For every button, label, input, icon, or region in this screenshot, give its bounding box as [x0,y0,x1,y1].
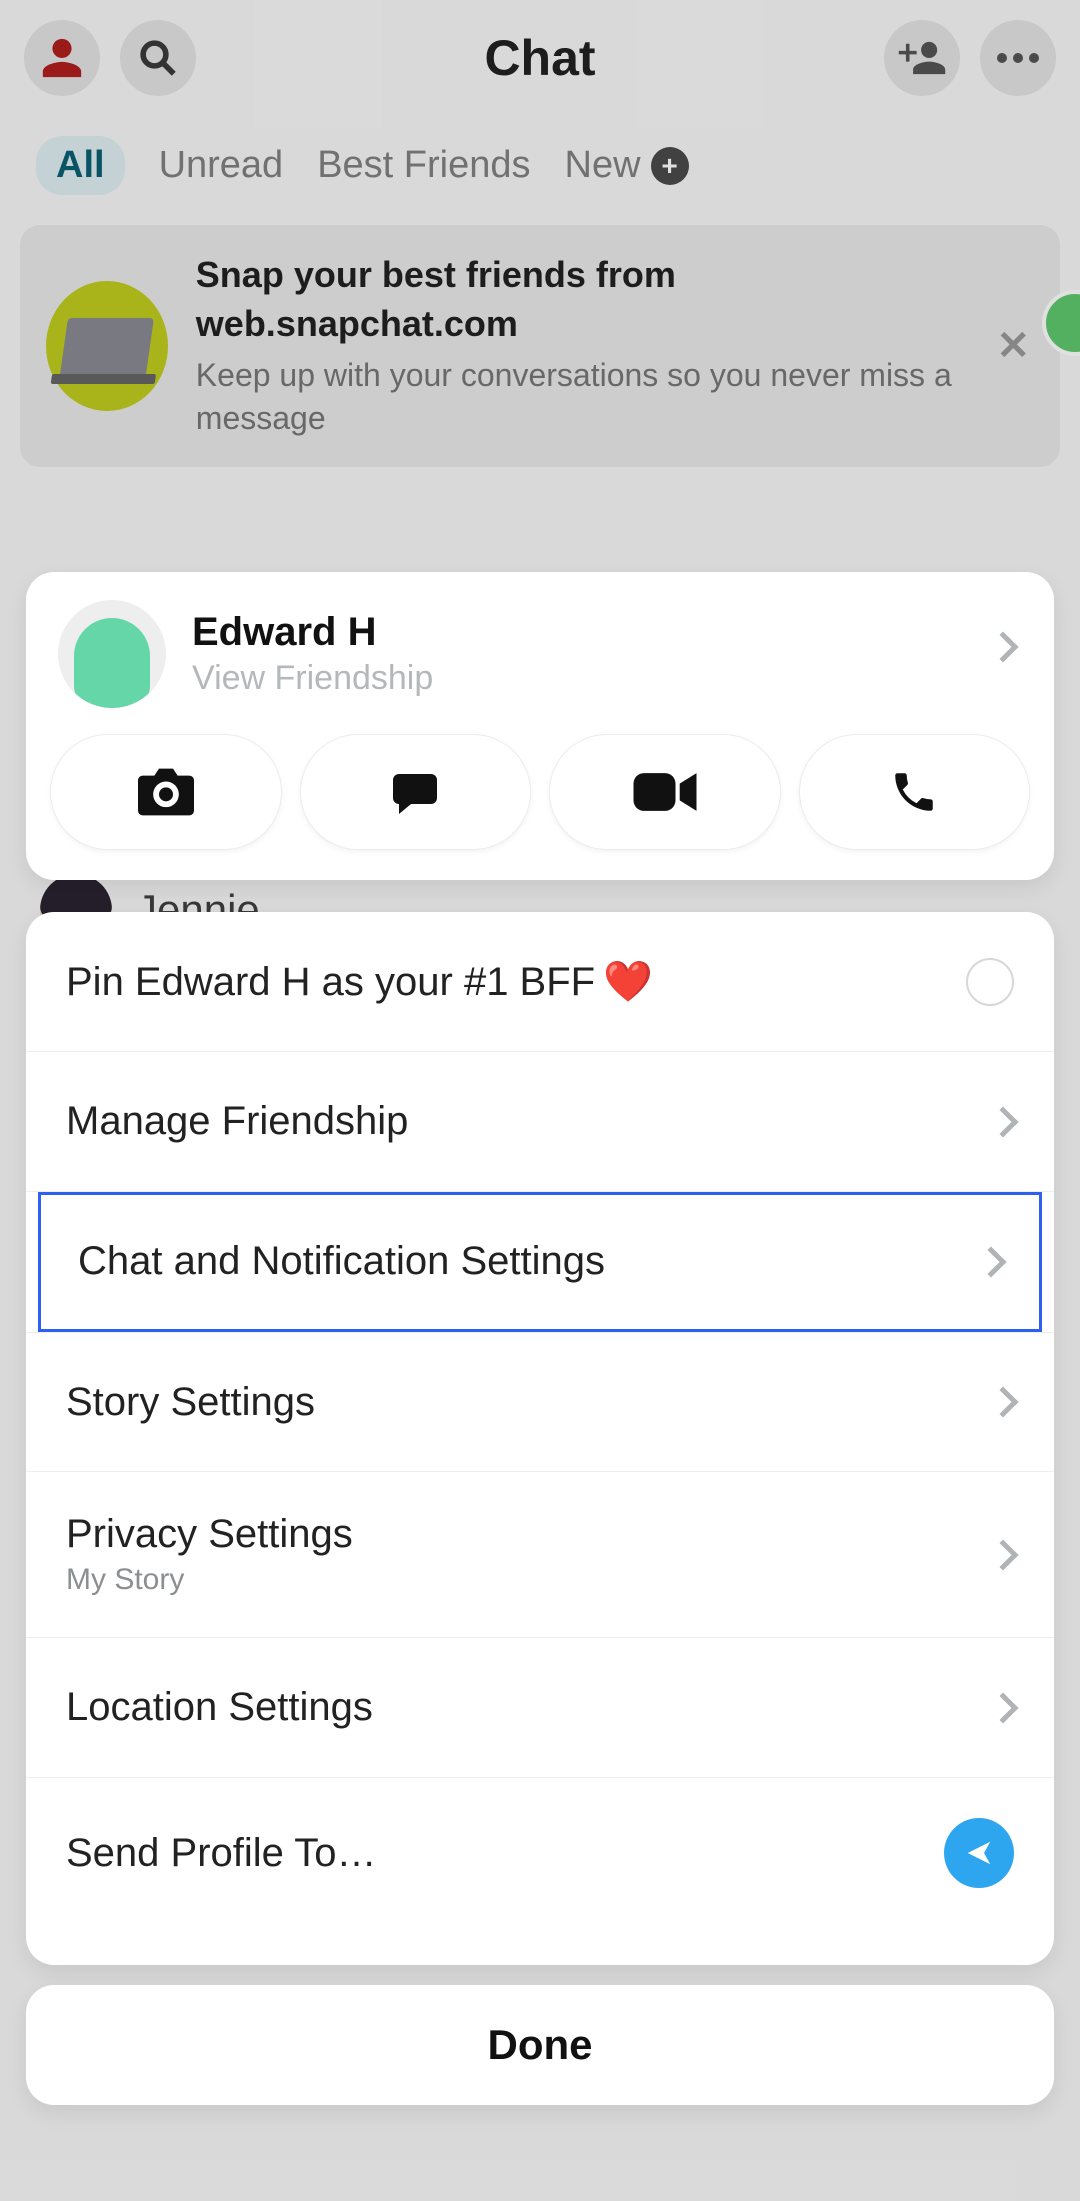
chevron-right-icon [992,636,1014,658]
location-settings-row[interactable]: Location Settings [26,1638,1054,1778]
radio-unselected-icon[interactable] [966,958,1014,1006]
camera-button[interactable] [50,734,282,850]
send-icon[interactable] [944,1818,1014,1888]
send-profile-row[interactable]: Send Profile To… [26,1778,1054,1928]
profile-header-sheet: Edward H View Friendship [26,572,1054,880]
done-button[interactable]: Done [26,1985,1054,2105]
chat-button[interactable] [300,734,532,850]
chevron-right-icon [987,1106,1018,1137]
audio-call-button[interactable] [799,734,1031,850]
chevron-right-icon [975,1246,1006,1277]
view-friendship-row[interactable]: Edward H View Friendship [48,596,1032,728]
chat-notification-settings-row[interactable]: Chat and Notification Settings [38,1192,1042,1332]
chevron-right-icon [987,1386,1018,1417]
chevron-right-icon [987,1539,1018,1570]
privacy-settings-row[interactable]: Privacy Settings My Story [26,1472,1054,1638]
avatar [58,600,166,708]
manage-friendship-row[interactable]: Manage Friendship [26,1052,1054,1192]
story-settings-row[interactable]: Story Settings [26,1332,1054,1472]
heart-icon: ❤️ [603,960,653,1004]
friend-settings-sheet: Pin Edward H as your #1 BFF❤️ Manage Fri… [26,912,1054,1965]
pin-bff-row[interactable]: Pin Edward H as your #1 BFF❤️ [26,912,1054,1052]
profile-name: Edward H [192,610,433,655]
profile-subtitle: View Friendship [192,659,433,698]
quick-actions [48,734,1032,850]
video-call-button[interactable] [549,734,781,850]
chevron-right-icon [987,1692,1018,1723]
